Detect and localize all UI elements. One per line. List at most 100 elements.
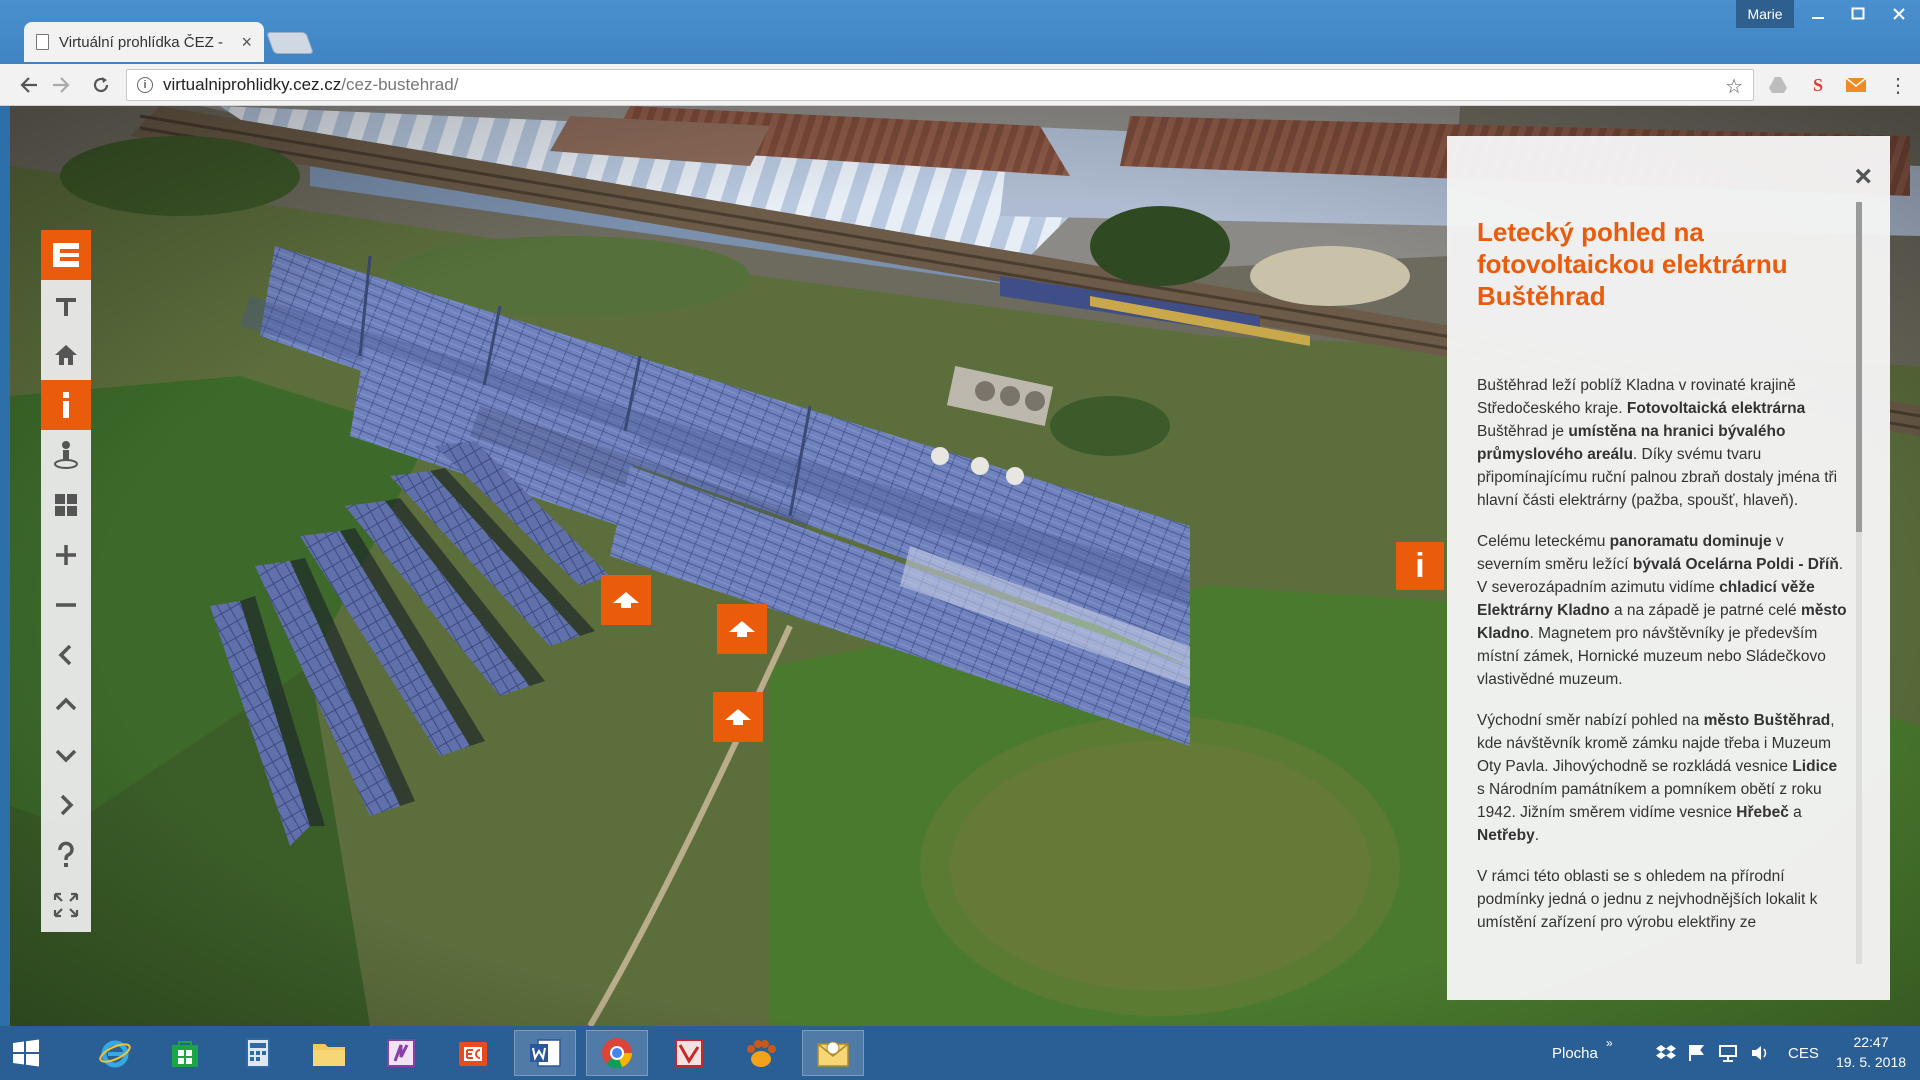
info-icon (63, 392, 69, 418)
panel-paragraph: Celému leteckému panoramatu dominuje v s… (1477, 533, 1847, 688)
info-hotspot[interactable]: i (1396, 542, 1444, 590)
taskbar-word[interactable] (514, 1030, 576, 1076)
help-icon (58, 841, 74, 867)
drive-extension-icon[interactable] (1766, 73, 1790, 97)
envelope-clock-icon (817, 1041, 849, 1067)
home-button[interactable] (41, 330, 91, 380)
panel-scrollbar[interactable] (1856, 202, 1862, 964)
pan-up-button[interactable] (41, 680, 91, 730)
pan-left-button[interactable] (41, 630, 91, 680)
language-indicator[interactable]: CES (1788, 1026, 1819, 1080)
system-clock[interactable]: 22:47 19. 5. 2018 (1828, 1032, 1914, 1072)
fullscreen-pin-button[interactable] (41, 280, 91, 330)
scrollbar-thumb[interactable] (1856, 202, 1862, 532)
zoom-out-icon (56, 603, 76, 607)
tour-guide-icon (54, 441, 78, 469)
arrow-left-icon (20, 77, 37, 93)
nav-hotspot-1[interactable] (601, 575, 651, 625)
folder-icon (313, 1044, 345, 1066)
cez-logo-button[interactable] (41, 230, 91, 280)
arrow-up-icon (613, 592, 639, 608)
toolbar-expand-icon[interactable]: » (1606, 1016, 1613, 1070)
arrow-up-icon (725, 709, 751, 725)
paw-app-icon (747, 1040, 776, 1067)
thumbnails-button[interactable] (41, 480, 91, 530)
profile-button[interactable]: Marie (1736, 0, 1794, 28)
nav-hotspot-3[interactable] (713, 692, 763, 742)
windows-logo-icon (13, 1039, 39, 1067)
forward-button[interactable] (46, 70, 76, 100)
bookmark-star-icon[interactable]: ☆ (1725, 74, 1743, 99)
info-button[interactable] (41, 380, 91, 430)
tab-close-button[interactable]: × (241, 32, 252, 53)
internet-explorer-icon (99, 1040, 131, 1068)
reload-button[interactable] (86, 70, 116, 100)
minimize-button[interactable] (1798, 0, 1838, 28)
new-tab-button[interactable] (265, 32, 315, 54)
pan-down-button[interactable] (41, 730, 91, 780)
ec-app-icon (459, 1042, 487, 1066)
pan-right-button[interactable] (41, 780, 91, 830)
start-button[interactable] (0, 1030, 52, 1076)
maximize-button[interactable] (1838, 0, 1878, 28)
menu-kebab-icon[interactable]: ⋮ (1886, 73, 1910, 97)
volume-tray-icon[interactable] (1750, 1026, 1770, 1080)
fullscreen-button[interactable] (41, 880, 91, 930)
panel-body: Buštěhrad leží poblíž Kladna v rovinaté … (1477, 374, 1849, 992)
calculator-icon (246, 1038, 270, 1068)
tour-guide-button[interactable] (41, 430, 91, 480)
chart-app-icon (675, 1039, 703, 1067)
clock-time: 22:47 (1853, 1034, 1889, 1050)
onenote-icon (387, 1039, 415, 1067)
s-extension-icon[interactable]: S (1806, 73, 1830, 97)
minimize-icon (1812, 17, 1824, 19)
address-bar[interactable]: i virtualniprohlidky.cez.cz/cez-bustehra… (126, 69, 1754, 101)
flag-tray-icon[interactable] (1688, 1026, 1704, 1080)
taskbar-app-ec[interactable] (442, 1030, 504, 1076)
help-button[interactable] (41, 830, 91, 880)
url-path: /cez-bustehrad/ (341, 75, 459, 94)
pin-plus-icon (56, 298, 76, 316)
chevron-left-icon (58, 644, 72, 666)
taskbar-onenote[interactable] (370, 1030, 432, 1076)
panel-title: Letecký pohled na fotovoltaickou elektrá… (1477, 217, 1788, 311)
chevron-up-icon (55, 697, 77, 711)
zoom-out-button[interactable] (41, 580, 91, 630)
back-button[interactable] (14, 70, 44, 100)
taskbar-ie[interactable] (84, 1030, 146, 1076)
arrow-up-icon (729, 621, 755, 637)
panorama-viewport[interactable]: i × Letecký pohled na fotovoltaickou ele… (10, 106, 1920, 1026)
network-tray-icon[interactable] (1718, 1026, 1738, 1080)
url-host: virtualniprohlidky.cez.cz (163, 75, 342, 94)
clock-date: 19. 5. 2018 (1835, 1054, 1907, 1070)
chevron-right-icon (60, 794, 74, 816)
mail-extension-icon[interactable] (1844, 73, 1868, 97)
browser-tab[interactable]: Virtuální prohlídka ČEZ - × (24, 22, 264, 62)
taskbar-store[interactable] (154, 1030, 216, 1076)
arrow-right-icon (53, 77, 70, 93)
browser-titlebar: Virtuální prohlídka ČEZ - × Marie (0, 0, 1920, 64)
panel-paragraph: V rámci této oblasti se s ohledem na pří… (1477, 868, 1818, 931)
close-icon (1893, 8, 1905, 20)
windows-taskbar: Plocha » CES 22:47 19. 5. 2018 (0, 1026, 1920, 1080)
taskbar-explorer[interactable] (298, 1030, 360, 1076)
info-panel: × Letecký pohled na fotovoltaickou elekt… (1447, 136, 1890, 1000)
store-icon (172, 1041, 198, 1067)
zoom-in-button[interactable] (41, 530, 91, 580)
nav-hotspot-2[interactable] (717, 604, 767, 654)
site-info-icon[interactable]: i (137, 77, 153, 93)
taskbar-graph-app[interactable] (658, 1030, 720, 1076)
close-window-button[interactable] (1878, 0, 1920, 28)
zoom-in-icon (56, 545, 76, 565)
chevron-down-icon (55, 749, 77, 763)
fullscreen-icon (53, 892, 79, 918)
close-panel-button[interactable]: × (1854, 160, 1872, 194)
taskbar-calculator[interactable] (226, 1030, 288, 1076)
dropbox-tray-icon[interactable] (1656, 1026, 1676, 1080)
desktop-toolbar-label[interactable]: Plocha (1552, 1026, 1598, 1080)
taskbar-paw-app[interactable] (730, 1030, 792, 1076)
taskbar-mail-app[interactable] (802, 1030, 864, 1076)
taskbar-chrome[interactable] (586, 1030, 648, 1076)
thumbnails-icon (55, 494, 77, 516)
panel-paragraph: Buštěhrad leží poblíž Kladna v rovinaté … (1477, 377, 1838, 509)
